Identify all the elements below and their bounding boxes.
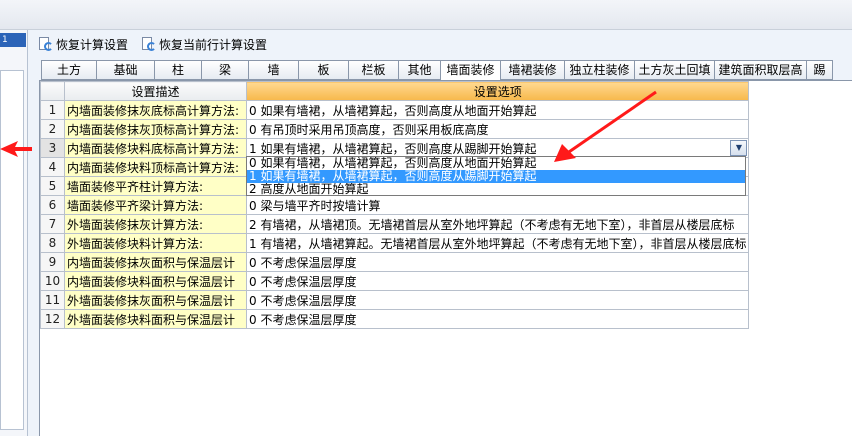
row-number[interactable]: 5 <box>40 176 65 196</box>
dropdown-option-2[interactable]: 2 高度从地面开始算起 <box>247 183 745 196</box>
tab-7[interactable]: 其他 <box>399 60 441 80</box>
row-number[interactable]: 10 <box>40 271 65 291</box>
setting-description: 外墙面装修抹灰面积与保温层计 <box>64 290 247 310</box>
col-header-option[interactable]: 设置选项 <box>245 81 750 101</box>
setting-description: 内墙面装修抹灰顶标高计算方法: <box>64 119 247 139</box>
row-number[interactable]: 11 <box>40 290 65 310</box>
setting-option[interactable]: 2 有墙裙，从墙裙顶。无墙裙首层从室外地坪算起（不考虑有无地下室），非首层从楼层… <box>245 214 750 234</box>
setting-option-value: 0 不考虑保温层厚度 <box>249 312 357 327</box>
tab-11[interactable]: 土方灰土回填 <box>635 60 715 80</box>
setting-description: 外墙面装修块料计算方法: <box>64 233 247 253</box>
left-red-arrow-icon <box>0 141 32 157</box>
left-panel-list[interactable] <box>0 70 24 430</box>
category-tabs: 土方 基础柱梁墙板栏板 其他 墙面装修 墙裙装修 独立柱装修 土方灰土回填 建筑面积取层高踢 <box>41 60 833 81</box>
calc-settings-panel: 恢复计算设置 恢复当前行计算设置 土方 基础柱梁墙板栏板 其他 墙面装修 墙裙装修 独立柱… <box>29 30 852 436</box>
tab-8[interactable]: 墙面装修 <box>441 60 501 81</box>
restore-current-row-label: 恢复当前行计算设置 <box>159 37 268 52</box>
toolbar: 恢复计算设置 恢复当前行计算设置 <box>29 30 852 58</box>
setting-description: 内墙面装修抹灰底标高计算方法: <box>64 100 247 120</box>
table-row[interactable]: 6 墙面装修平齐梁计算方法: 0 梁与墙平齐时按墙计算 <box>40 195 750 215</box>
setting-option[interactable]: 0 如果有墙裙，从墙裙算起，否则高度从地面开始算起 <box>245 100 750 120</box>
tab-3[interactable]: 梁 <box>202 60 249 80</box>
row-number[interactable]: 6 <box>40 195 65 215</box>
dropdown-option-1[interactable]: 1 如果有墙裙，从墙裙算起，否则高度从踢脚开始算起 <box>247 170 745 183</box>
setting-option-value: 0 不考虑保温层厚度 <box>249 255 357 270</box>
setting-option[interactable]: 0 不考虑保温层厚度 <box>245 290 750 310</box>
setting-option-combo[interactable]: 1 如果有墙裙，从墙裙算起，否则高度从踢脚开始算起 ▼ <box>245 138 750 158</box>
left-panel: 1 <box>0 30 28 436</box>
setting-option[interactable]: 1 有墙裙，从墙裙算起。无墙裙首层从室外地坪算起（不考虑有无地下室），非首层从楼… <box>245 233 750 253</box>
row-number[interactable]: 12 <box>40 309 65 329</box>
settings-grid: 设置描述 设置选项 1 内墙面装修抹灰底标高计算方法: 0 如果有墙裙，从墙裙算起，… <box>39 80 852 436</box>
table-row[interactable]: 7 外墙面装修抹灰计算方法: 2 有墙裙，从墙裙顶。无墙裙首层从室外地坪算起（不考虑… <box>40 214 750 234</box>
corner-cell <box>40 81 65 101</box>
setting-description: 内墙面装修块料底标高计算方法: <box>64 138 247 158</box>
dropdown-arrow-icon[interactable]: ▼ <box>730 140 748 156</box>
window-top-strip <box>0 0 852 30</box>
row-number[interactable]: 7 <box>40 214 65 234</box>
setting-option-value: 2 有墙裙，从墙裙顶。无墙裙首层从室外地坪算起（不考虑有无地下室），非首层从楼层… <box>249 217 735 232</box>
setting-option[interactable]: 0 不考虑保温层厚度 <box>245 309 750 329</box>
setting-description: 外墙面装修抹灰计算方法: <box>64 214 247 234</box>
restore-calc-settings-label: 恢复计算设置 <box>56 37 129 52</box>
tab-13[interactable]: 踢 <box>807 60 833 80</box>
restore-icon <box>37 36 53 52</box>
table-row[interactable]: 12 外墙面装修块料面积与保温层计 0 不考虑保温层厚度 <box>40 309 750 329</box>
option-dropdown-list[interactable]: 0 如果有墙裙，从墙裙算起，否则高度从地面开始算起 1 如果有墙裙，从墙裙算起，否… <box>246 156 746 196</box>
setting-option-value: 0 梁与墙平齐时按墙计算 <box>249 198 381 213</box>
row-number[interactable]: 9 <box>40 252 65 272</box>
table-row[interactable]: 8 外墙面装修块料计算方法: 1 有墙裙，从墙裙算起。无墙裙首层从室外地坪算起（不考… <box>40 233 750 253</box>
setting-description: 墙面装修平齐柱计算方法: <box>64 176 247 196</box>
setting-option-value: 0 不考虑保温层厚度 <box>249 274 357 289</box>
left-panel-header[interactable]: 1 <box>0 33 26 47</box>
table-row[interactable]: 9 内墙面装修抹灰面积与保温层计 0 不考虑保温层厚度 <box>40 252 750 272</box>
red-pointer-arrow-icon <box>554 90 657 162</box>
tab-5[interactable]: 板 <box>299 60 349 80</box>
setting-description: 内墙面装修抹灰面积与保温层计 <box>64 252 247 272</box>
setting-option-value: 1 如果有墙裙，从墙裙算起，否则高度从踢脚开始算起 <box>249 141 537 156</box>
tab-9[interactable]: 墙裙装修 <box>501 60 565 80</box>
setting-option-value: 1 有墙裙，从墙裙算起。无墙裙首层从室外地坪算起（不考虑有无地下室），非首层从楼… <box>249 236 747 251</box>
tab-10[interactable]: 独立柱装修 <box>565 60 635 80</box>
setting-option-value: 0 如果有墙裙，从墙裙算起，否则高度从地面开始算起 <box>249 103 537 118</box>
row-number[interactable]: 3 <box>40 138 65 158</box>
dropdown-option-0[interactable]: 0 如果有墙裙，从墙裙算起，否则高度从地面开始算起 <box>247 157 745 170</box>
setting-option[interactable]: 0 不考虑保温层厚度 <box>245 252 750 272</box>
restore-row-icon <box>140 36 157 52</box>
setting-description: 内墙面装修块料面积与保温层计 <box>64 271 247 291</box>
setting-option[interactable]: 0 不考虑保温层厚度 <box>245 271 750 291</box>
tab-4[interactable]: 墙 <box>249 60 299 80</box>
tab-1[interactable]: 基础 <box>97 60 155 80</box>
col-header-description[interactable]: 设置描述 <box>64 81 247 101</box>
tab-6[interactable]: 栏板 <box>349 60 399 80</box>
setting-option[interactable]: 0 梁与墙平齐时按墙计算 <box>245 195 750 215</box>
setting-option-value: 0 有吊顶时采用吊顶高度，否则采用板底高度 <box>249 122 489 137</box>
table-row[interactable]: 10 内墙面装修块料面积与保温层计 0 不考虑保温层厚度 <box>40 271 750 291</box>
setting-option[interactable]: 0 有吊顶时采用吊顶高度，否则采用板底高度 <box>245 119 750 139</box>
row-number[interactable]: 8 <box>40 233 65 253</box>
tab-0[interactable]: 土方 <box>41 60 97 80</box>
setting-description: 墙面装修平齐梁计算方法: <box>64 195 247 215</box>
setting-description: 内墙面装修块料顶标高计算方法: <box>64 157 247 177</box>
setting-option-value: 0 不考虑保温层厚度 <box>249 293 357 308</box>
row-number[interactable]: 2 <box>40 119 65 139</box>
setting-description: 外墙面装修块料面积与保温层计 <box>64 309 247 329</box>
row-number[interactable]: 1 <box>40 100 65 120</box>
row-number[interactable]: 4 <box>40 157 65 177</box>
tab-2[interactable]: 柱 <box>155 60 202 80</box>
restore-current-row-button[interactable]: 恢复当前行计算设置 <box>136 33 271 55</box>
tab-12[interactable]: 建筑面积取层高 <box>715 60 807 80</box>
table-row[interactable]: 11 外墙面装修抹灰面积与保温层计 0 不考虑保温层厚度 <box>40 290 750 310</box>
restore-calc-settings-button[interactable]: 恢复计算设置 <box>33 33 132 55</box>
